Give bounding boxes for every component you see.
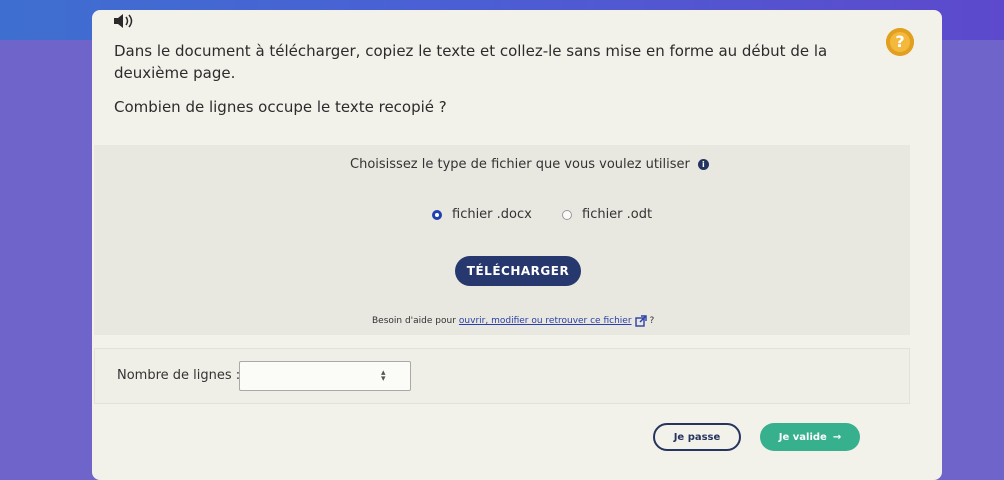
question-subtext: Combien de lignes occupe le texte recopi… bbox=[114, 98, 447, 116]
arrow-right-icon: → bbox=[832, 431, 842, 443]
download-panel bbox=[94, 145, 910, 335]
download-button[interactable]: TÉLÉCHARGER bbox=[455, 256, 581, 286]
radio-label-odt: fichier .odt bbox=[582, 207, 653, 222]
file-type-prompt-label: Choisissez le type de fichier que vous v… bbox=[350, 157, 690, 172]
radio-option-odt[interactable]: fichier .odt bbox=[562, 207, 652, 222]
external-link-icon[interactable] bbox=[634, 315, 647, 327]
speaker-icon[interactable] bbox=[112, 13, 138, 29]
question-text: Dans le document à télécharger, copiez l… bbox=[114, 42, 828, 82]
line-count-label: Nombre de lignes : bbox=[117, 368, 241, 383]
radio-option-docx[interactable]: fichier .docx bbox=[432, 207, 532, 222]
question-mark-icon[interactable]: ? bbox=[886, 28, 914, 56]
stepper-arrows-icon[interactable]: ▴ ▾ bbox=[381, 369, 386, 384]
radio-unselected-icon[interactable] bbox=[562, 209, 572, 220]
radio-label-docx: fichier .docx bbox=[452, 207, 532, 222]
info-icon[interactable]: i bbox=[697, 159, 709, 170]
validate-label: Je valide bbox=[778, 431, 827, 443]
help-suffix: ? bbox=[649, 316, 655, 326]
help-prefix: Besoin d'aide pour bbox=[372, 316, 456, 326]
validate-button[interactable]: Je valide → bbox=[760, 423, 860, 451]
file-type-prompt: Choisissez le type de fichier que vous v… bbox=[350, 157, 709, 172]
radio-selected-icon[interactable] bbox=[432, 209, 442, 220]
help-link[interactable]: ouvrir, modifier ou retrouver ce fichier bbox=[459, 316, 632, 326]
skip-button[interactable]: Je passe bbox=[653, 423, 741, 451]
help-line: Besoin d'aide pour ouvrir, modifier ou r… bbox=[372, 315, 654, 327]
